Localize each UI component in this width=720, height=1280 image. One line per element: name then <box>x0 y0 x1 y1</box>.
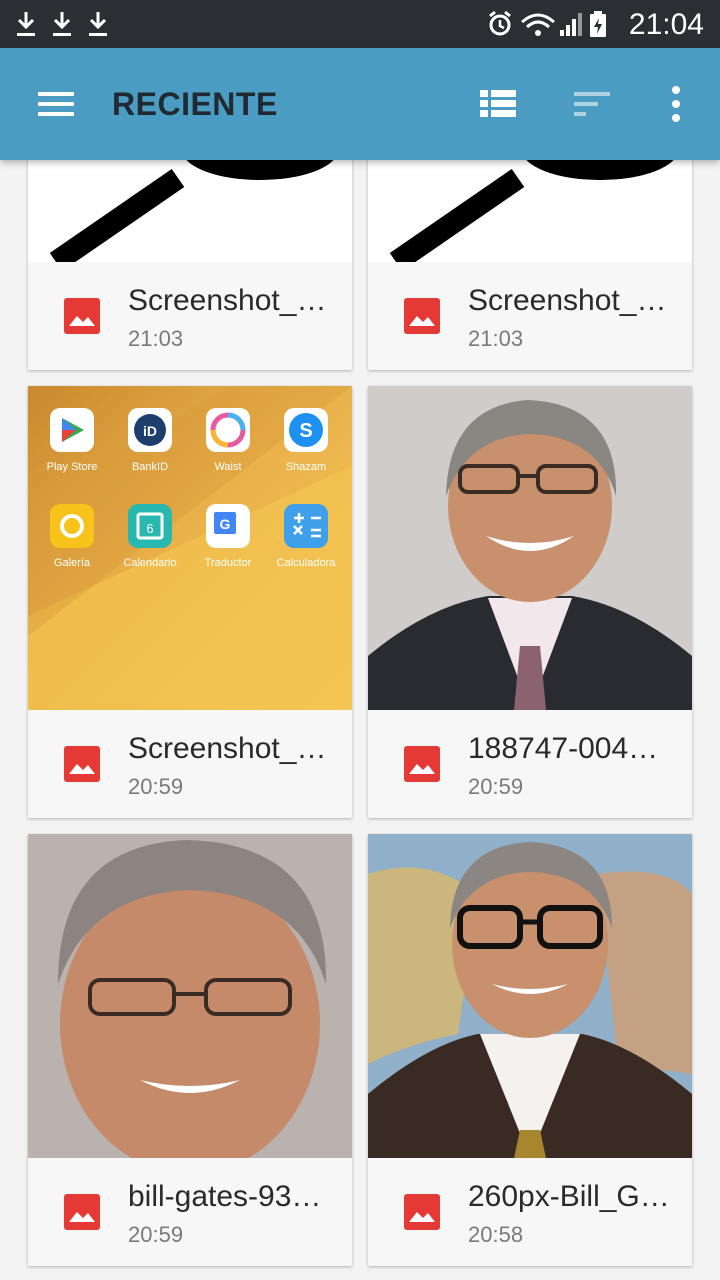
more-vert-icon[interactable] <box>664 82 688 126</box>
svg-text:BankID: BankID <box>132 461 168 473</box>
svg-text:Calculadora: Calculadora <box>277 557 337 569</box>
file-time: 20:59 <box>128 774 184 799</box>
portrait-photo <box>368 834 692 1158</box>
status-bar: 21:04 <box>0 0 720 48</box>
svg-text:6: 6 <box>146 521 153 536</box>
svg-text:Play Store: Play Store <box>47 461 98 473</box>
image-file-icon <box>64 1194 100 1230</box>
image-file-icon <box>404 746 440 782</box>
file-card[interactable]: 260px-Bill_G… 20:58 <box>368 834 692 1266</box>
file-grid: Screenshot_… 21:03 Screenshot_… 21:03 Pl… <box>0 160 720 1280</box>
svg-text:Waist: Waist <box>214 461 241 473</box>
app-calendar-icon: 6 Calendario <box>123 504 177 569</box>
svg-text:G: G <box>220 516 231 532</box>
download-icon <box>89 12 107 36</box>
magnifier-image <box>389 160 674 262</box>
file-card[interactable]: Play Store iD BankID Waist S Shazam Gale… <box>28 386 352 818</box>
app-shazam-icon: S Shazam <box>284 408 328 473</box>
app-calculator-icon: Calculadora <box>277 504 337 569</box>
file-time: 20:58 <box>468 1222 524 1247</box>
portrait-photo <box>368 386 692 710</box>
svg-text:Traductor: Traductor <box>205 557 252 569</box>
battery-charging-icon <box>590 11 606 37</box>
file-card[interactable]: 188747-004… 20:59 <box>368 386 692 818</box>
image-file-icon <box>404 1194 440 1230</box>
download-icon <box>53 12 71 36</box>
file-meta: Screenshot_… 21:03 <box>28 262 352 370</box>
svg-text:S: S <box>299 420 312 442</box>
page-title: RECIENTE <box>112 86 278 122</box>
file-card[interactable]: bill-gates-93… 20:59 <box>28 834 352 1266</box>
app-gallery-icon: Galería <box>50 504 94 569</box>
file-meta: 260px-Bill_G… 20:58 <box>368 1158 692 1266</box>
svg-text:Shazam: Shazam <box>286 461 326 473</box>
file-card[interactable]: Screenshot_… 21:03 <box>28 160 352 370</box>
alarm-icon <box>489 10 511 36</box>
file-meta: Screenshot_… 20:59 <box>28 710 352 818</box>
app-translate-icon: G Traductor <box>205 504 252 569</box>
status-time: 21:04 <box>628 8 704 41</box>
file-thumbnail <box>368 386 692 710</box>
sort-icon[interactable] <box>570 86 614 122</box>
file-card[interactable]: Screenshot_… 21:03 <box>368 160 692 370</box>
app-bankid-icon: iD BankID <box>128 408 172 473</box>
image-file-icon <box>64 298 100 334</box>
file-time: 20:59 <box>128 1222 184 1247</box>
file-name: bill-gates-93… <box>128 1180 322 1213</box>
app-play-store-icon: Play Store <box>47 408 98 473</box>
portrait-photo <box>28 834 352 1158</box>
file-time: 21:03 <box>468 326 524 351</box>
app-bar: RECIENTE <box>0 48 720 160</box>
file-time: 21:03 <box>128 326 184 351</box>
file-thumbnail: Play Store iD BankID Waist S Shazam Gale… <box>28 386 352 710</box>
file-thumbnail <box>28 160 352 262</box>
magnifier-image <box>49 160 334 262</box>
svg-text:iD: iD <box>143 423 157 439</box>
file-thumbnail <box>368 160 692 262</box>
file-name: 188747-004… <box>468 732 659 765</box>
file-time: 20:59 <box>468 774 524 799</box>
file-meta: bill-gates-93… 20:59 <box>28 1158 352 1266</box>
list-view-icon[interactable] <box>476 84 520 124</box>
file-name: Screenshot_… <box>468 284 667 317</box>
file-name: Screenshot_… <box>128 284 327 317</box>
menu-icon[interactable] <box>32 84 80 124</box>
file-thumbnail <box>368 834 692 1158</box>
file-name: Screenshot_… <box>128 732 327 765</box>
homescreen-image: Play Store iD BankID Waist S Shazam Gale… <box>28 386 352 710</box>
file-meta: Screenshot_… 21:03 <box>368 262 692 370</box>
image-file-icon <box>404 298 440 334</box>
svg-text:Galería: Galería <box>54 557 91 569</box>
svg-text:Calendario: Calendario <box>123 557 176 569</box>
wifi-icon <box>521 13 555 36</box>
file-meta: 188747-004… 20:59 <box>368 710 692 818</box>
status-icons <box>489 10 606 37</box>
image-file-icon <box>64 746 100 782</box>
download-icon <box>17 12 35 36</box>
signal-icon <box>560 13 582 36</box>
file-name: 260px-Bill_G… <box>468 1180 670 1213</box>
file-thumbnail <box>28 834 352 1158</box>
